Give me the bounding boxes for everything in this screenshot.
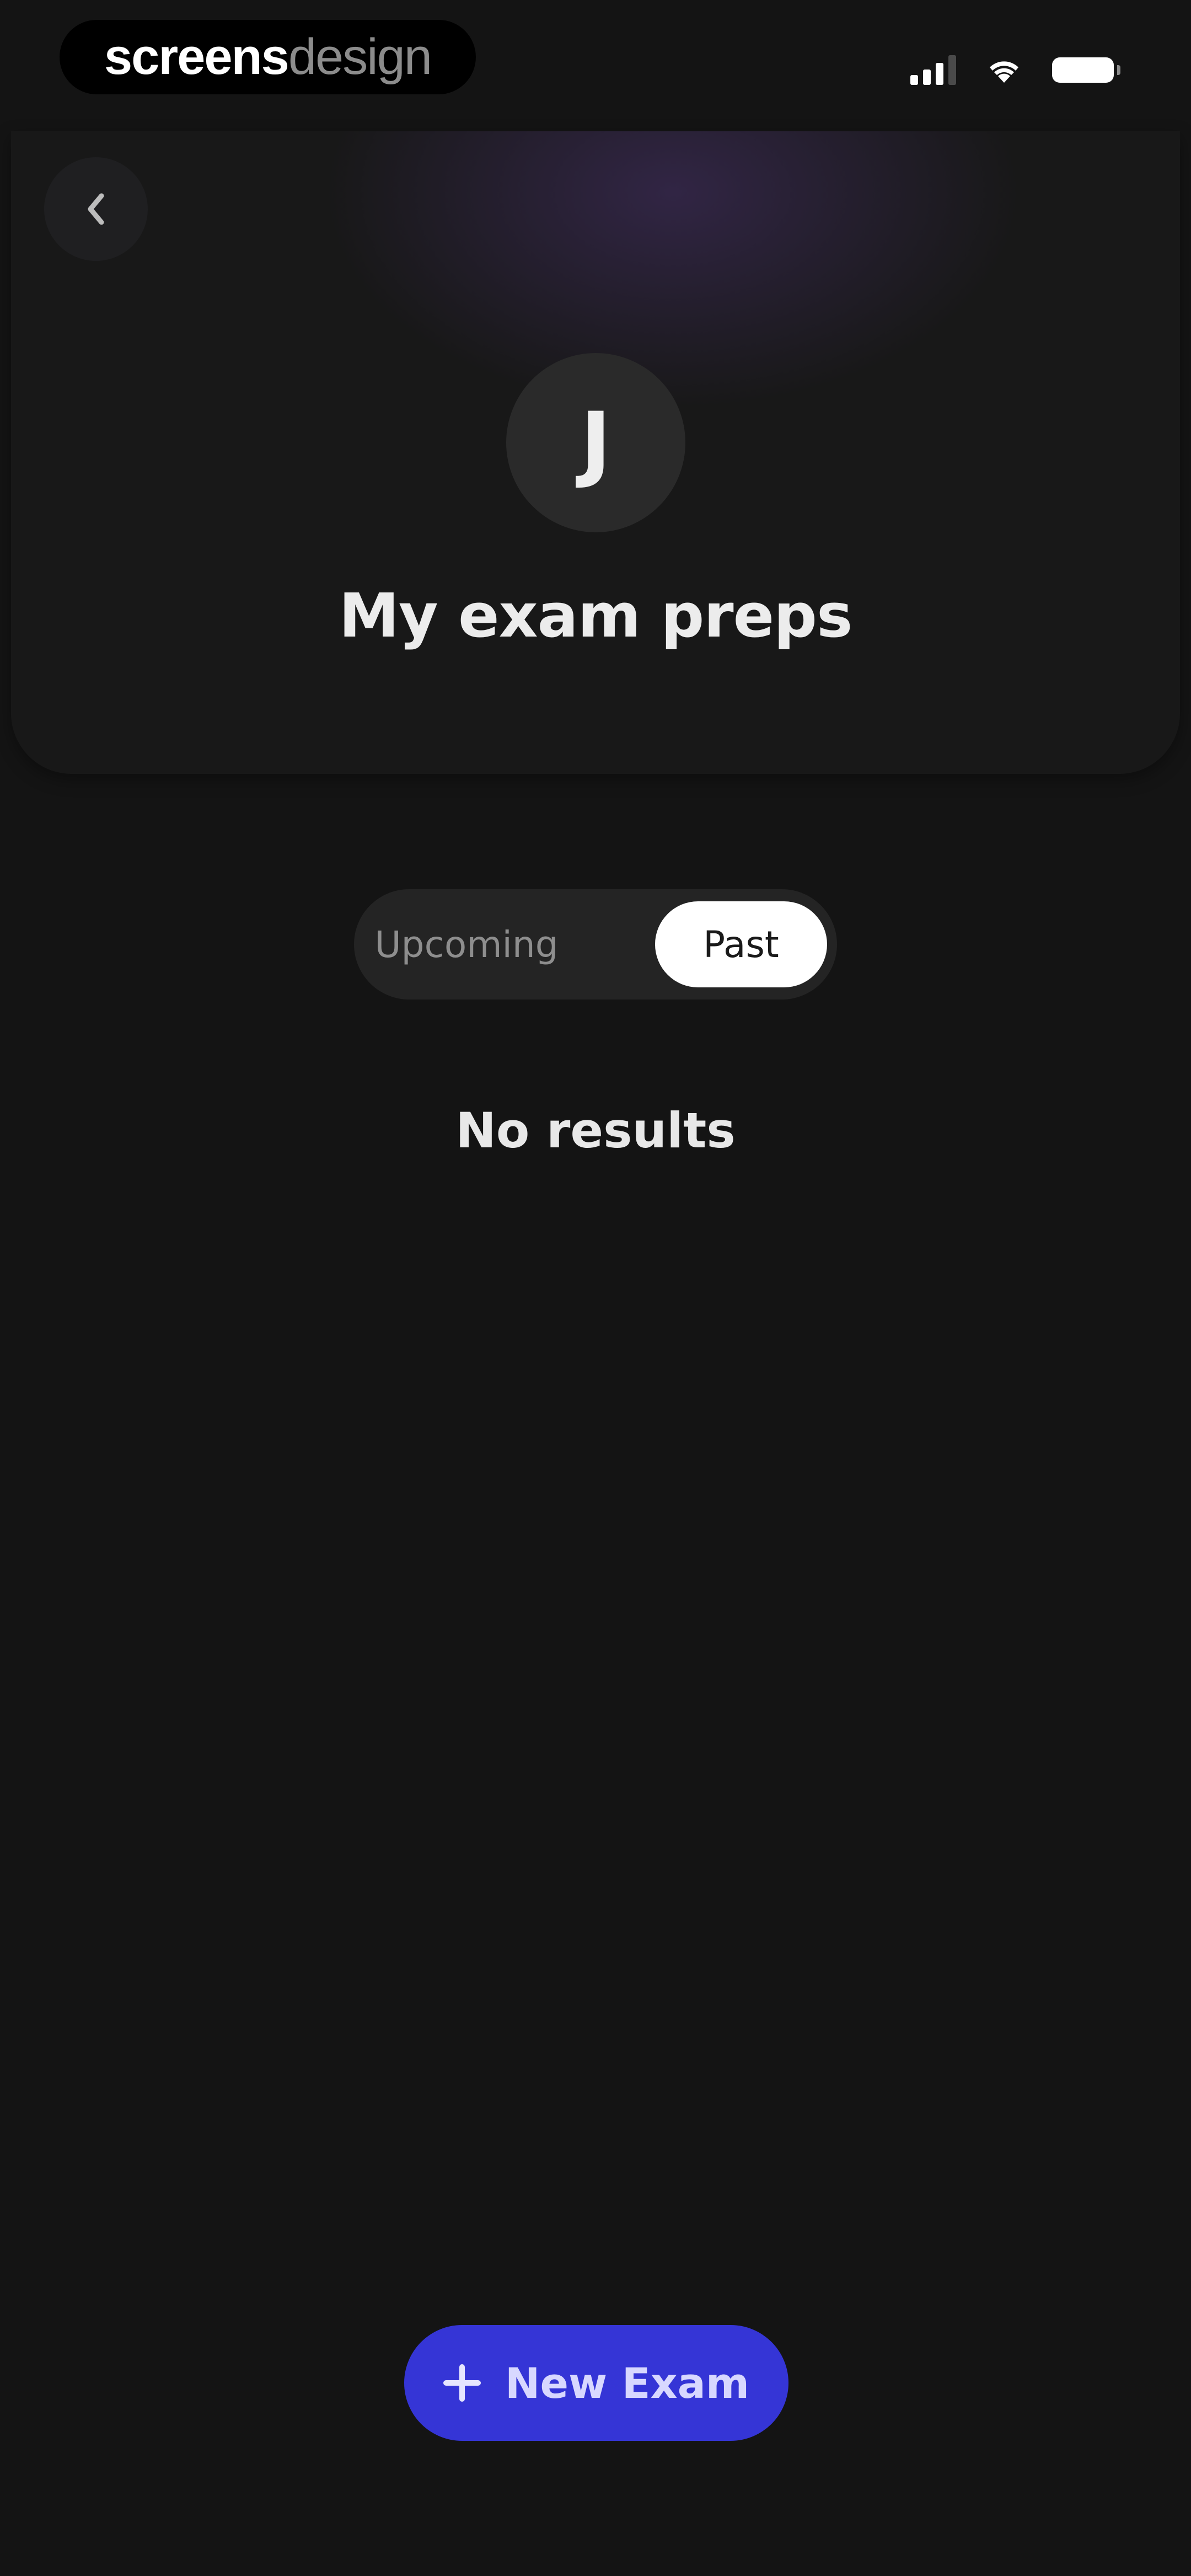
avatar-initial: J <box>580 394 611 491</box>
back-button[interactable] <box>44 157 148 261</box>
status-bar <box>910 51 1120 89</box>
chevron-left-icon <box>88 193 104 225</box>
exam-preps-screen: screens design J My exam preps Upcoming P… <box>0 0 1191 2576</box>
brand-part-1: screens <box>104 29 289 85</box>
battery-icon <box>1052 57 1120 83</box>
exam-filter-tabs: Upcoming Past <box>354 889 837 1000</box>
wifi-icon <box>986 56 1022 84</box>
new-exam-button[interactable]: New Exam <box>404 2325 788 2441</box>
avatar: J <box>506 353 685 532</box>
brand-part-2: design <box>288 29 432 85</box>
new-exam-label: New Exam <box>505 2358 750 2408</box>
plus-icon <box>443 2364 481 2402</box>
brand-watermark: screens design <box>60 20 476 94</box>
tab-past[interactable]: Past <box>655 901 827 987</box>
tab-upcoming[interactable]: Upcoming <box>367 901 566 987</box>
page-title: My exam preps <box>339 580 853 651</box>
cellular-signal-icon <box>910 55 956 85</box>
empty-state-message: No results <box>455 1102 736 1159</box>
